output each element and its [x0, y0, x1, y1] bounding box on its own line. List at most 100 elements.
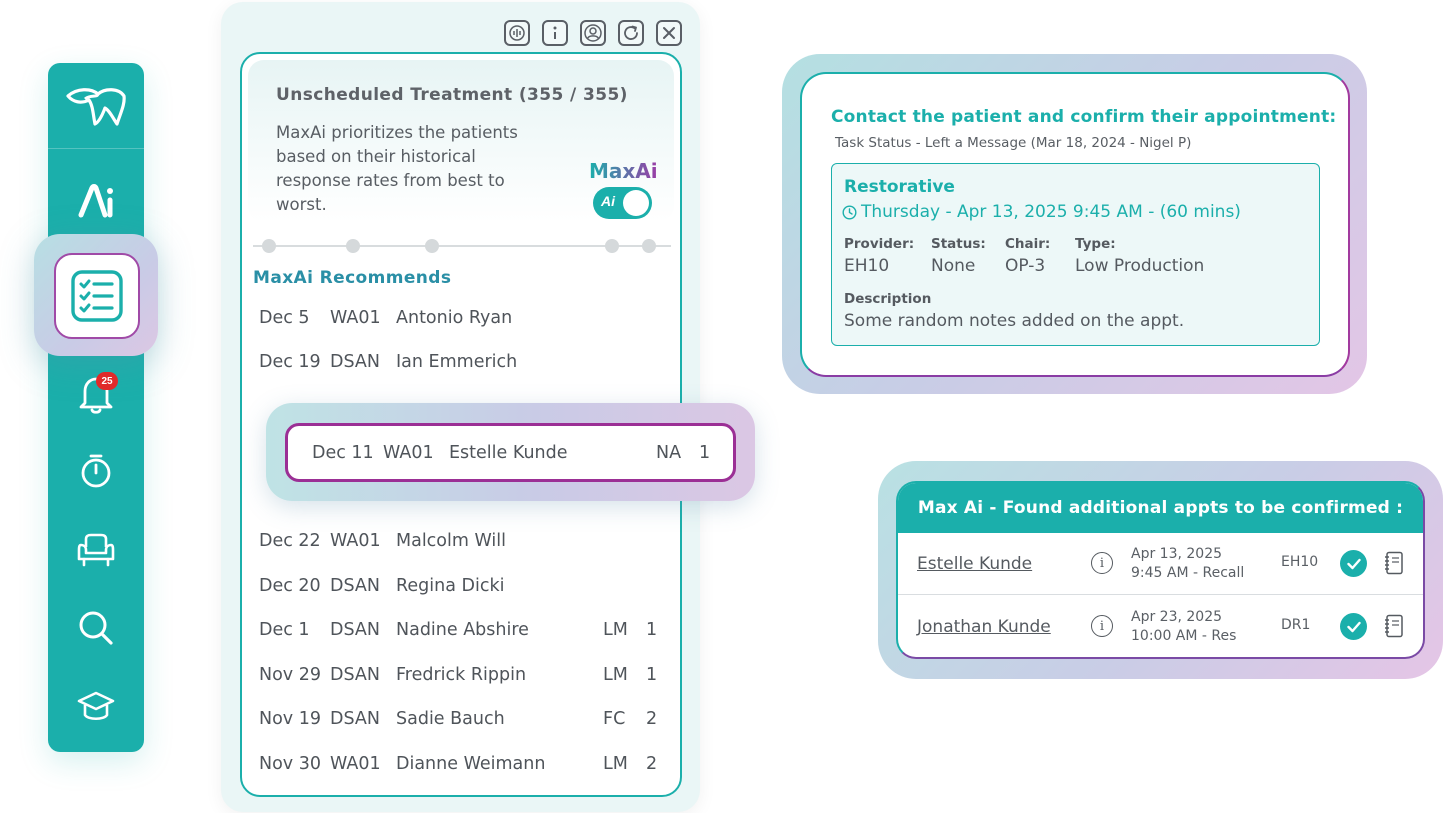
sidebar-item-search[interactable]: [48, 596, 144, 660]
row-status: LM: [603, 754, 628, 774]
maxai-label: MaxAi: [589, 159, 658, 183]
notification-badge: 25: [96, 372, 118, 390]
row-code: WA01: [383, 443, 434, 463]
user-icon: [584, 24, 602, 42]
row-code: WA01: [330, 308, 381, 328]
ai-icon: [78, 184, 113, 218]
confirm-button[interactable]: [1340, 550, 1367, 577]
graduation-cap-icon: [77, 691, 115, 721]
slider-dot[interactable]: [262, 239, 276, 253]
row-code: DSAN: [330, 352, 380, 372]
close-icon: [663, 27, 675, 39]
refresh-icon: [624, 25, 638, 40]
task-status: Task Status - Left a Message (Mar 18, 20…: [835, 135, 1192, 151]
provider-value: EH10: [844, 256, 890, 276]
appt-date: Apr 13, 2025: [1131, 546, 1223, 562]
row-date: Dec 11: [312, 443, 374, 463]
ai-toggle-icon: Ai: [601, 193, 615, 209]
row-count: 1: [699, 443, 711, 463]
maxai-toggle[interactable]: Ai: [593, 187, 652, 219]
info-icon[interactable]: i: [1091, 615, 1113, 637]
row-status: LM: [603, 620, 628, 640]
row-date: Dec 22: [259, 531, 321, 551]
slider-dot[interactable]: [346, 239, 360, 253]
list-item[interactable]: Nov 29 DSAN Fredrick Rippin LM 1: [259, 665, 669, 695]
row-count: 2: [646, 754, 658, 774]
sidebar-item-notifications[interactable]: [48, 362, 144, 426]
description-label: Description: [844, 291, 932, 307]
treatment-header: Unscheduled Treatment (355 / 355) MaxAi …: [248, 60, 674, 222]
list-item[interactable]: Dec 20 DSAN Regina Dicki: [259, 576, 669, 606]
stopwatch-icon: [81, 454, 111, 488]
sidebar-item-timer[interactable]: [48, 439, 144, 503]
notebook-icon: [1385, 614, 1403, 638]
type-label: Type:: [1075, 236, 1116, 252]
slider-dot[interactable]: [605, 239, 619, 253]
notebook-button[interactable]: [1384, 551, 1404, 575]
additional-appts-card: Max Ai - Found additional appts to be co…: [896, 481, 1425, 659]
additional-appts-title: Max Ai - Found additional appts to be co…: [898, 483, 1423, 533]
confirm-button[interactable]: [1340, 613, 1367, 640]
patient-link[interactable]: Estelle Kunde: [917, 554, 1032, 574]
clock-icon: [842, 204, 857, 220]
list-item[interactable]: Dec 1 DSAN Nadine Abshire LM 1: [259, 620, 669, 650]
description-value: Some random notes added on the appt.: [844, 311, 1185, 331]
appt-provider: EH10: [1281, 554, 1319, 570]
row-code: WA01: [330, 531, 381, 551]
info-icon: [553, 26, 557, 39]
voice-button[interactable]: [504, 20, 530, 46]
highlighted-list-item[interactable]: Dec 11 WA01 Estelle Kunde NA 1: [285, 423, 736, 482]
row-date: Dec 1: [259, 620, 310, 640]
sidebar-item-tasks[interactable]: [54, 253, 140, 339]
toggle-knob: [623, 190, 649, 216]
row-count: 1: [646, 620, 658, 640]
list-item[interactable]: Nov 30 WA01 Dianne Weimann LM 2: [259, 754, 669, 784]
row-patient-name: Sadie Bauch: [396, 709, 505, 729]
row-status: LM: [603, 665, 628, 685]
profile-button[interactable]: [580, 20, 606, 46]
patient-link[interactable]: Jonathan Kunde: [917, 617, 1051, 637]
list-item[interactable]: Dec 19 DSAN Ian Emmerich: [259, 352, 669, 382]
close-button[interactable]: [656, 20, 682, 46]
notebook-button[interactable]: [1384, 614, 1404, 638]
appt-provider: DR1: [1281, 617, 1311, 633]
list-item[interactable]: Dec 5 WA01 Antonio Ryan: [259, 308, 669, 338]
chair-label: Chair:: [1005, 236, 1051, 252]
notebook-icon: [1385, 551, 1403, 575]
appt-time: 9:45 AM - Recall: [1131, 565, 1245, 581]
panel-toolbar: [504, 20, 682, 46]
contact-task-card: Contact the patient and confirm their ap…: [800, 72, 1350, 377]
app-logo[interactable]: [48, 63, 144, 149]
list-item[interactable]: Nov 19 DSAN Sadie Bauch FC 2: [259, 709, 669, 739]
info-button[interactable]: [542, 20, 568, 46]
row-patient-name: Estelle Kunde: [449, 443, 568, 463]
sidebar-item-chair[interactable]: [48, 518, 144, 582]
chair-value: OP-3: [1005, 256, 1046, 276]
list-item[interactable]: Dec 22 WA01 Malcolm Will: [259, 531, 669, 561]
row-patient-name: Dianne Weimann: [396, 754, 546, 774]
page-title: Unscheduled Treatment (355 / 355): [276, 85, 628, 105]
info-icon[interactable]: i: [1091, 552, 1113, 574]
slider-dot[interactable]: [425, 239, 439, 253]
row-code: DSAN: [330, 709, 380, 729]
appt-datetime: Apr 13, 2025 9:45 AM - Recall: [1131, 545, 1244, 583]
type-value: Low Production: [1075, 256, 1205, 276]
row-date: Dec 19: [259, 352, 321, 372]
row-status: NA: [656, 443, 682, 463]
row-patient-name: Regina Dicki: [396, 576, 505, 596]
sidebar-item-maxai[interactable]: [48, 169, 144, 233]
voice-icon: [509, 25, 525, 41]
row-code: DSAN: [330, 665, 380, 685]
row-patient-name: Malcolm Will: [396, 531, 506, 551]
provider-label: Provider:: [844, 236, 915, 252]
appointment-datetime: Thursday - Apr 13, 2025 9:45 AM - (60 mi…: [861, 202, 1241, 222]
status-label: Status:: [931, 236, 986, 252]
slider-dot[interactable]: [642, 239, 656, 253]
row-code: WA01: [330, 754, 381, 774]
row-count: 2: [646, 709, 658, 729]
sidebar-item-education[interactable]: [48, 676, 144, 740]
row-code: DSAN: [330, 620, 380, 640]
row-patient-name: Fredrick Rippin: [396, 665, 527, 685]
refresh-button[interactable]: [618, 20, 644, 46]
row-date: Nov 30: [259, 754, 321, 774]
